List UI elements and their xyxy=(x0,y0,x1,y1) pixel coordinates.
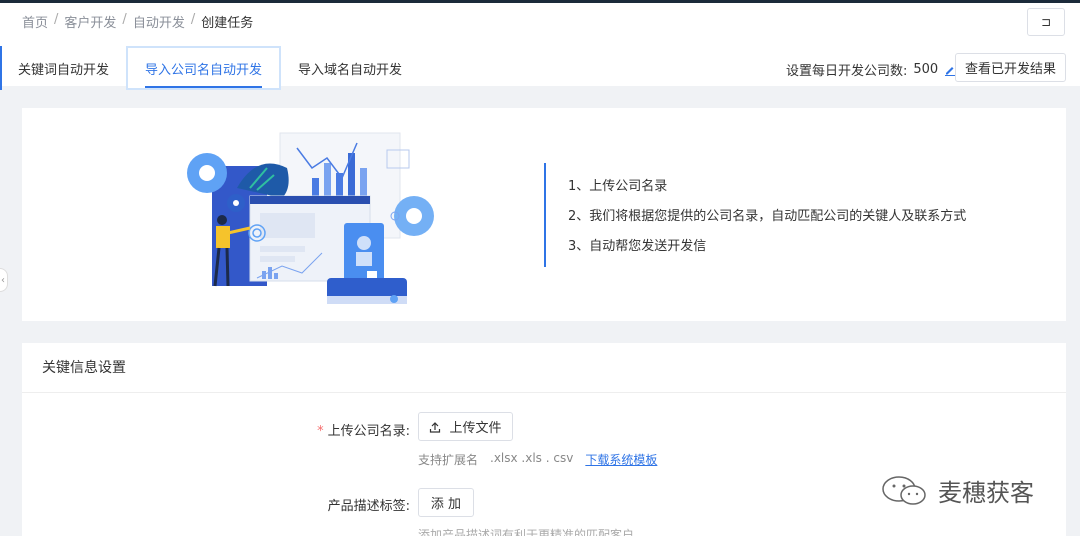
upload-hint: 支持扩展名 .xlsx .xls . csv 下载系统模板 xyxy=(418,451,657,468)
step-item: 3、自动帮您发送开发信 xyxy=(568,239,707,254)
hint-extensions: .xlsx .xls . csv xyxy=(490,451,574,465)
view-results-button[interactable]: 查看已开发结果 xyxy=(955,53,1066,82)
hint-prefix: 支持扩展名 xyxy=(418,453,479,467)
tab-import-company[interactable]: 导入公司名自动开发 xyxy=(126,46,282,90)
tab-import-domain[interactable]: 导入域名自动开发 xyxy=(281,46,419,90)
breadcrumb-home[interactable]: 首页 xyxy=(22,12,48,31)
breadcrumb-customer-dev[interactable]: 客户开发 xyxy=(64,12,116,31)
wechat-icon xyxy=(882,475,926,505)
daily-label: 设置每日开发公司数: xyxy=(786,64,908,79)
intro-illustration xyxy=(187,132,434,304)
steps-list: 1、上传公司名录 2、我们将根据您提供的公司名录，自动匹配公司的关键人及联系方式… xyxy=(544,163,966,267)
required-mark: * xyxy=(317,424,324,439)
step-item: 1、上传公司名录 xyxy=(568,179,668,194)
intro-card: 1、上传公司名录 2、我们将根据您提供的公司名录，自动匹配公司的关键人及联系方式… xyxy=(22,108,1066,321)
upload-icon xyxy=(430,421,441,433)
section-title: 关键信息设置 xyxy=(22,343,1066,393)
page-header: 首页 / 客户开发 / 自动开发 / 创建任务 ⊐ 关键词自动开发 导入公司名自动开发… xyxy=(0,3,1080,90)
daily-company-setting: 设置每日开发公司数: 500 xyxy=(786,60,956,79)
collapse-icon: ⊐ xyxy=(1040,15,1052,29)
upload-file-button[interactable]: 上传文件 xyxy=(418,412,513,441)
tab-bar: 关键词自动开发 导入公司名自动开发 导入域名自动开发 xyxy=(0,46,419,90)
upload-label: * 上传公司名录: xyxy=(317,424,410,439)
breadcrumb-current: 创建任务 xyxy=(201,16,254,31)
breadcrumb: 首页 / 客户开发 / 自动开发 / 创建任务 xyxy=(22,12,254,31)
chevron-left-icon: ‹ xyxy=(1,274,5,286)
download-template-link[interactable]: 下载系统模板 xyxy=(585,451,657,468)
tab-keyword[interactable]: 关键词自动开发 xyxy=(0,46,126,90)
tag-hint: 添加产品描述词有利于更精准的匹配客户 xyxy=(418,528,635,536)
upload-button-label: 上传文件 xyxy=(449,421,502,436)
tag-label: 产品描述标签: xyxy=(327,499,410,514)
step-item: 2、我们将根据您提供的公司名录，自动匹配公司的关键人及联系方式 xyxy=(568,209,967,224)
sidebar-expand-handle[interactable]: ‹ xyxy=(0,268,8,292)
add-tag-button[interactable]: 添 加 xyxy=(418,488,474,517)
watermark-text: 麦穗获客 xyxy=(938,479,1034,507)
daily-value: 500 xyxy=(913,62,939,77)
watermark: 麦穗获客 xyxy=(880,473,1034,508)
breadcrumb-auto-dev[interactable]: 自动开发 xyxy=(133,12,185,31)
collapse-button[interactable]: ⊐ xyxy=(1027,8,1065,36)
